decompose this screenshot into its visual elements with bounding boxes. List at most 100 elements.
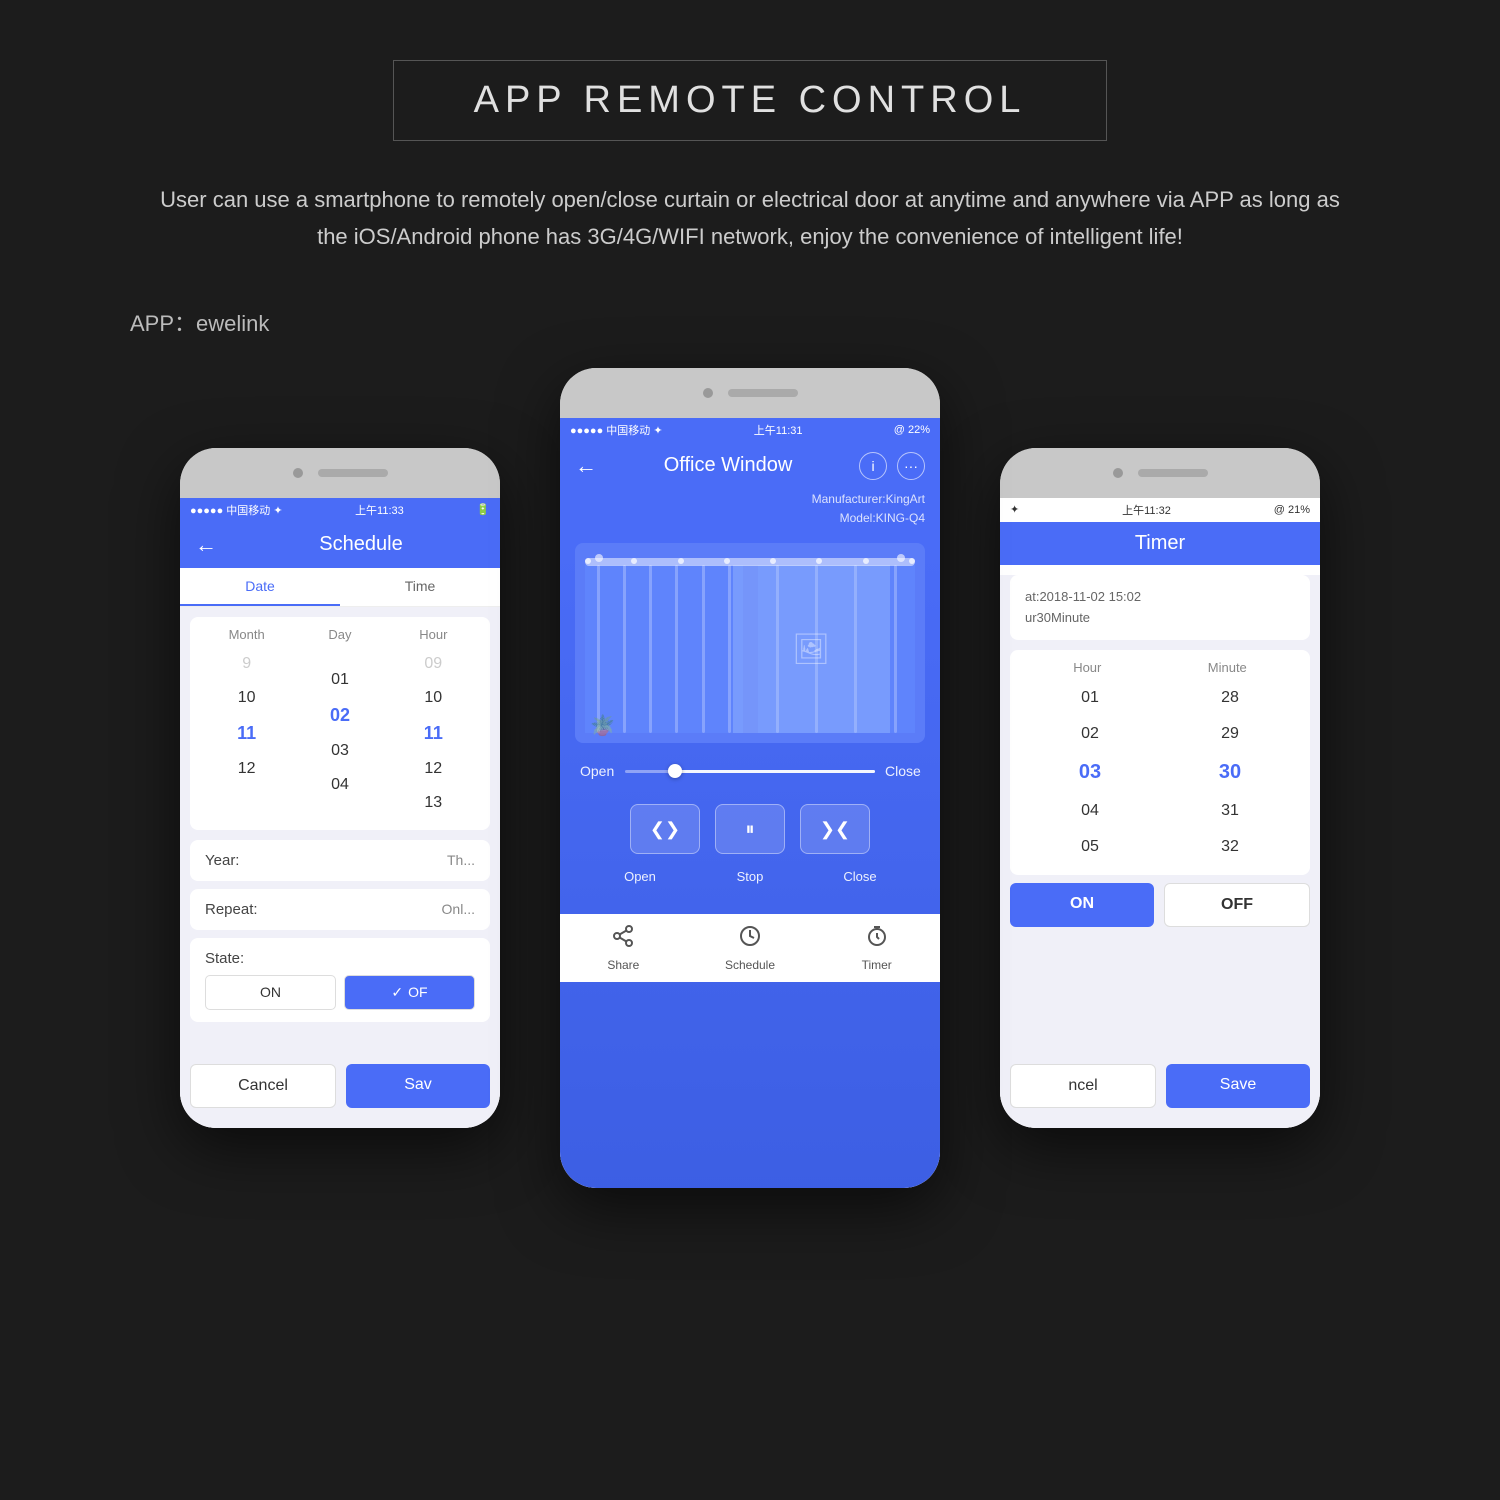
battery-left: 🔋 [476, 503, 490, 516]
stop-button[interactable]: ⏸ [715, 804, 785, 854]
phone-screen-right: ✦ 上午11:32 @ 21% Timer at:2018-11-02 15:0… [1000, 498, 1320, 1128]
month-9[interactable]: 9 [217, 647, 277, 681]
hook-4 [724, 558, 730, 564]
page-wrapper: APP REMOTE CONTROL User can use a smartp… [0, 0, 1500, 1500]
day-02[interactable]: 02 [310, 697, 370, 734]
cancel-button[interactable]: Cancel [190, 1064, 336, 1108]
month-header: Month [217, 627, 277, 642]
room-items: 🪴 [590, 713, 615, 738]
timer-label: Timer [862, 958, 892, 972]
more-icon-btn[interactable]: ··· [897, 452, 925, 480]
phone-topbar-left [180, 448, 500, 498]
hook-7 [863, 558, 869, 564]
status-bar-center: ●●●●● 中国移动 ✦ 上午11:31 @ 22% [560, 418, 940, 442]
month-10[interactable]: 10 [217, 681, 277, 715]
slider-area: Open Close [560, 748, 940, 794]
min-29[interactable]: 29 [1190, 716, 1270, 752]
phone-office-window: ●●●●● 中国移动 ✦ 上午11:31 @ 22% ← Office Wind… [560, 368, 940, 1188]
slider-thumb[interactable] [668, 764, 682, 778]
schedule-label: Schedule [725, 958, 775, 972]
back-arrow-center[interactable]: ← [575, 453, 597, 479]
nav-timer[interactable]: Timer [813, 924, 940, 972]
hour-12[interactable]: 12 [403, 752, 463, 786]
open-button[interactable]: ❮❯ [630, 804, 700, 854]
window-inner: 🖼 [733, 565, 891, 733]
min-32[interactable]: 32 [1190, 829, 1270, 865]
back-arrow-left[interactable]: ← [195, 532, 217, 558]
check-icon-off: ✓ [391, 984, 403, 1001]
hour-10[interactable]: 10 [403, 681, 463, 715]
timer-on-button[interactable]: ON [1010, 883, 1154, 927]
phone-topbar-center [560, 368, 940, 418]
day-01[interactable]: 01 [310, 663, 370, 697]
phone-speaker-right [1138, 469, 1208, 477]
hour-01[interactable]: 01 [1050, 680, 1130, 716]
state-row: ON ✓ OF [205, 975, 475, 1010]
state-on-btn[interactable]: ON [205, 975, 336, 1010]
hour-09[interactable]: 09 [403, 647, 463, 681]
timer-cancel-button[interactable]: ncel [1010, 1064, 1156, 1108]
office-window-title: Office Window [597, 454, 859, 477]
schedule-nav-icon [738, 924, 762, 954]
info-icon: i [871, 458, 874, 474]
manufacturer-name: Manufacturer:KingArt [575, 490, 925, 509]
hour-11[interactable]: 11 [403, 715, 463, 752]
time-center: 上午11:31 [754, 422, 803, 438]
slider-track[interactable] [625, 770, 875, 773]
timer-nav-icon [865, 924, 889, 954]
fold-6 [728, 565, 731, 733]
phone-camera-left [293, 468, 303, 478]
hour-13[interactable]: 13 [403, 786, 463, 820]
timer-action-buttons: ncel Save [1010, 1064, 1310, 1108]
hour-05[interactable]: 05 [1050, 829, 1130, 865]
status-bar-right: ✦ 上午11:32 @ 21% [1000, 498, 1320, 522]
min-28[interactable]: 28 [1190, 680, 1270, 716]
timer-info: at:2018-11-02 15:02 ur30Minute [1010, 575, 1310, 641]
min-30[interactable]: 30 [1190, 752, 1270, 793]
page-description: User can use a smartphone to remotely op… [150, 181, 1350, 256]
timer-info-line1: at:2018-11-02 15:02 [1025, 587, 1295, 608]
page-title: APP REMOTE CONTROL [474, 79, 1027, 122]
repeat-field: Repeat: Onl... [190, 889, 490, 930]
info-icon-btn[interactable]: i [859, 452, 887, 480]
month-12[interactable]: 12 [217, 752, 277, 786]
nav-schedule[interactable]: Schedule [687, 924, 814, 972]
hour-03[interactable]: 03 [1050, 752, 1130, 793]
save-button-left[interactable]: Sav [346, 1064, 490, 1108]
status-bar-left: ●●●●● 中国移动 ✦ 上午11:33 🔋 [180, 498, 500, 522]
month-11[interactable]: 11 [217, 715, 277, 752]
close-button[interactable]: ❯❮ [800, 804, 870, 854]
off-label: OF [408, 984, 427, 1000]
day-03[interactable]: 03 [310, 734, 370, 768]
stop-label: Stop [715, 869, 785, 884]
title-box: APP REMOTE CONTROL [393, 60, 1108, 141]
nav-share[interactable]: Share [560, 924, 687, 972]
fold-5 [702, 565, 705, 733]
hook-3 [678, 558, 684, 564]
hour-04[interactable]: 04 [1050, 793, 1130, 829]
wifi-icon-right: ✦ [1010, 503, 1019, 516]
min-31[interactable]: 31 [1190, 793, 1270, 829]
carrier-left: ●●●●● 中国移动 ✦ [190, 502, 283, 518]
date-picker-area: Month 9 10 11 12 Day 01 02 [190, 617, 490, 830]
day-04[interactable]: 04 [310, 768, 370, 802]
timer-navbar: Timer [1000, 522, 1320, 565]
timer-off-button[interactable]: OFF [1164, 883, 1310, 927]
minute-col-right: 28 29 30 31 32 [1190, 680, 1270, 865]
tab-time[interactable]: Time [340, 568, 500, 606]
year-label: Year: [205, 852, 239, 869]
repeat-value: Onl... [442, 901, 475, 917]
phone-speaker-center [728, 389, 798, 397]
hour-02[interactable]: 02 [1050, 716, 1130, 752]
tab-date[interactable]: Date [180, 568, 340, 606]
navbar-left: ← Schedule [180, 522, 500, 568]
state-off-btn[interactable]: ✓ OF [344, 975, 475, 1010]
timer-info-line2: ur30Minute [1025, 608, 1295, 629]
close-label: Close [825, 869, 895, 884]
hour-header-right: Hour [1073, 660, 1101, 675]
hook-5 [770, 558, 776, 564]
timer-save-button[interactable]: Save [1166, 1064, 1310, 1108]
hook-1 [585, 558, 591, 564]
hour-col-right: 01 02 03 04 05 [1050, 680, 1130, 865]
hour-col: Hour 09 10 11 12 13 [403, 627, 463, 820]
